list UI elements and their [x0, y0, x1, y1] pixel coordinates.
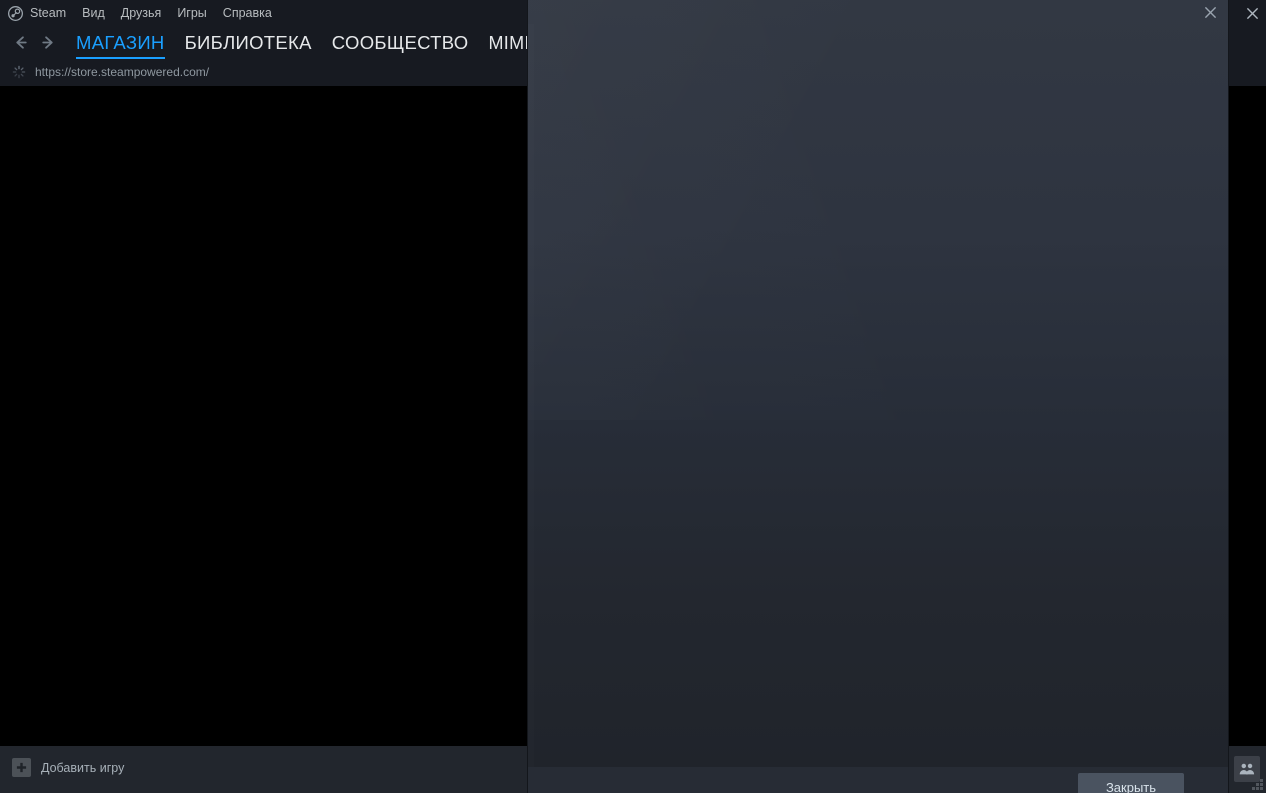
back-button[interactable] [8, 29, 34, 55]
menu-item-steam[interactable]: Steam [30, 0, 74, 26]
plus-icon [12, 758, 31, 777]
steam-logo-icon [8, 5, 23, 21]
tab-library[interactable]: БИБЛИОТЕКА [175, 28, 322, 58]
dialog-content-text [536, 30, 1220, 760]
tab-store[interactable]: МАГАЗИН [66, 28, 175, 59]
dialog-left-edge [528, 24, 534, 767]
menu-item-games[interactable]: Игры [169, 0, 214, 26]
close-icon [1204, 6, 1216, 18]
resize-grip-icon[interactable] [1252, 779, 1263, 790]
main-tabs: МАГАЗИН БИБЛИОТЕКА СООБЩЕСТВО MIMI [66, 26, 540, 59]
menu-item-help[interactable]: Справка [215, 0, 280, 26]
modal-dialog: Закрыть [528, 0, 1228, 793]
forward-button[interactable] [34, 29, 60, 55]
dialog-footer: Закрыть [528, 767, 1228, 793]
arrow-right-icon [41, 35, 53, 49]
address-bar-url: https://store.steampowered.com/ [35, 65, 210, 79]
screen: Steam Вид Друзья Игры Справка МАГАЗИН БИ… [0, 0, 1266, 793]
add-game-button[interactable]: Добавить игру [12, 758, 124, 777]
dialog-body [528, 0, 1228, 767]
window-close-button[interactable] [1238, 0, 1266, 26]
friends-icon [1239, 763, 1255, 775]
close-icon [1246, 7, 1258, 19]
dialog-titlebar [528, 0, 1228, 24]
tab-community[interactable]: СООБЩЕСТВО [322, 28, 479, 58]
dialog-close-button[interactable] [1195, 0, 1225, 24]
loading-spinner-icon [12, 65, 26, 79]
dialog-confirm-close-button[interactable]: Закрыть [1078, 773, 1184, 793]
add-game-label: Добавить игру [41, 760, 125, 775]
menu-item-view[interactable]: Вид [74, 0, 113, 26]
menu-item-friends[interactable]: Друзья [113, 0, 170, 26]
arrow-left-icon [15, 35, 27, 49]
